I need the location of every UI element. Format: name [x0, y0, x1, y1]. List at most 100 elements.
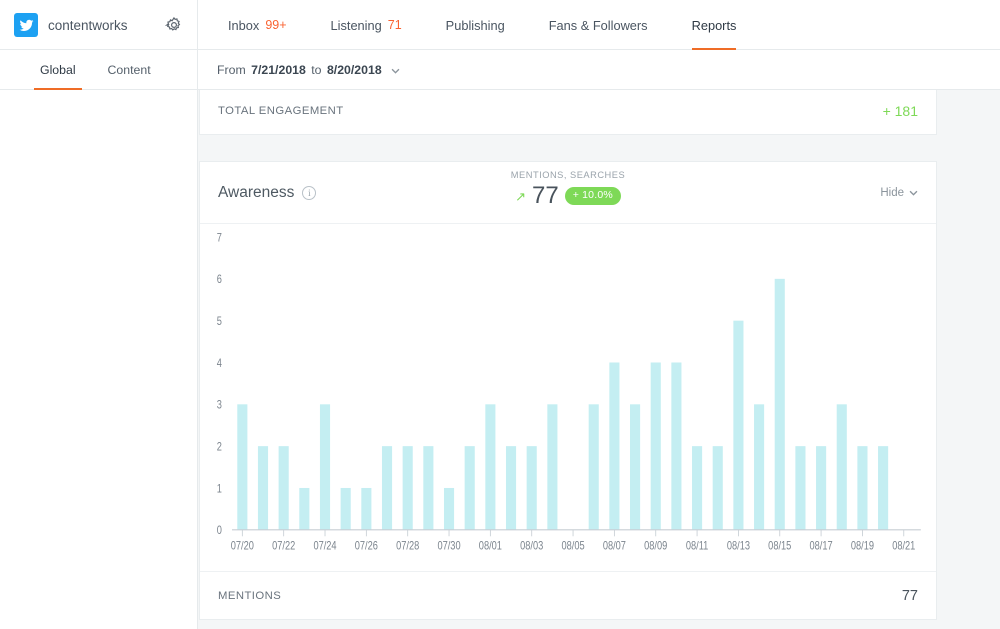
nav-label-reports: Reports — [691, 17, 737, 33]
awareness-chart: 0 1 2 3 4 5 6 7 07/20 07/22 07/24 07/26 07/28 07/30 08… — [200, 224, 936, 571]
y-axis-tick-label: 3 — [217, 399, 222, 412]
y-axis-tick-label: 2 — [217, 440, 222, 453]
x-axis-tick-label: 07/22 — [272, 539, 295, 552]
x-axis-tick-label: 08/09 — [644, 539, 667, 552]
nav-item-reports[interactable]: Reports — [670, 0, 759, 50]
y-axis-tick-label: 5 — [217, 315, 222, 328]
brand-block: contentworks — [0, 0, 198, 50]
bar[interactable] — [588, 404, 599, 530]
bar[interactable] — [402, 446, 413, 530]
bar[interactable] — [381, 446, 393, 530]
page-body: TOTAL ENGAGEMENT + 181 Awareness i MENTI… — [0, 90, 1000, 629]
bar[interactable] — [692, 446, 703, 530]
chevron-down-icon — [391, 63, 400, 77]
tab-global[interactable]: Global — [24, 50, 92, 90]
brand-account-name: contentworks — [48, 17, 128, 33]
twitter-bird-icon — [14, 13, 38, 37]
nav-label-inbox: Inbox — [228, 17, 260, 33]
tab-content[interactable]: Content — [92, 50, 167, 90]
reports-content-area: TOTAL ENGAGEMENT + 181 Awareness i MENTI… — [198, 90, 1000, 629]
mentions-value: 77 — [901, 587, 918, 604]
y-axis-tick-label: 6 — [217, 273, 222, 286]
bar[interactable] — [505, 446, 517, 530]
nav-badge-listening: 71 — [387, 18, 402, 32]
nav-item-publishing[interactable]: Publishing — [424, 0, 527, 50]
bar[interactable] — [609, 362, 620, 530]
nav-item-inbox[interactable]: Inbox 99+ — [206, 0, 309, 50]
bar[interactable] — [423, 446, 434, 530]
x-axis-tick-label: 08/21 — [892, 539, 915, 552]
y-axis-tick-label: 1 — [217, 482, 222, 495]
y-axis-tick-label: 4 — [217, 357, 222, 370]
report-scope-tabs: Global Content — [0, 50, 198, 90]
x-axis-tick-label: 08/13 — [727, 539, 750, 552]
bar[interactable] — [774, 278, 785, 530]
bar[interactable] — [836, 404, 847, 530]
bar[interactable] — [361, 487, 372, 530]
chevron-down-icon — [909, 190, 918, 196]
x-axis-tick-label: 08/01 — [479, 539, 502, 552]
x-axis-tick-label: 07/26 — [355, 539, 378, 552]
tab-content-label: Content — [107, 63, 151, 77]
bar[interactable] — [340, 487, 351, 530]
nav-label-publishing: Publishing — [445, 17, 505, 33]
nav-label-listening: Listening — [330, 17, 382, 33]
bar[interactable] — [816, 446, 827, 530]
awareness-card-footer: MENTIONS 77 — [200, 571, 936, 619]
bar[interactable] — [547, 404, 558, 530]
arrow-up-right-icon: ↗ — [515, 188, 526, 204]
bar[interactable] — [857, 446, 868, 530]
y-axis-tick-label: 0 — [217, 524, 222, 537]
total-engagement-card: TOTAL ENGAGEMENT + 181 — [199, 90, 937, 135]
date-range-picker[interactable]: From 7/21/2018 to 8/20/2018 — [198, 50, 1000, 89]
x-axis-tick-label: 08/11 — [686, 539, 709, 552]
bar[interactable] — [526, 446, 537, 530]
nav-item-listening[interactable]: Listening 71 — [309, 0, 424, 50]
bar[interactable] — [650, 362, 661, 530]
bar[interactable] — [754, 404, 765, 530]
bar[interactable] — [671, 362, 682, 530]
bar[interactable] — [485, 404, 496, 530]
bar[interactable] — [878, 446, 889, 530]
nav-item-fans-followers[interactable]: Fans & Followers — [527, 0, 670, 50]
bar[interactable] — [278, 446, 289, 530]
hide-button-label: Hide — [880, 186, 904, 199]
main-nav: Inbox 99+ Listening 71 Publishing Fans &… — [198, 0, 1000, 50]
bar[interactable] — [733, 320, 744, 530]
x-axis-tick-label: 08/03 — [520, 539, 543, 552]
nav-badge-inbox: 99+ — [265, 18, 287, 32]
bar[interactable] — [795, 446, 806, 530]
bar[interactable] — [299, 487, 310, 530]
tab-global-label: Global — [40, 63, 76, 77]
bar[interactable] — [712, 446, 723, 530]
mentions-label: MENTIONS — [218, 589, 282, 602]
date-range-prefix: From — [217, 62, 246, 77]
x-axis-tick-label: 08/05 — [561, 539, 584, 552]
metric-value: 77 — [531, 182, 559, 209]
hide-button[interactable]: Hide — [880, 187, 918, 199]
left-sidebar — [0, 90, 198, 629]
metric-row: ↗ 77 + 10.0% — [515, 184, 621, 208]
awareness-bar-chart-svg: 0 1 2 3 4 5 6 7 07/20 07/22 07/24 07/26 07/28 07/30 08… — [217, 231, 921, 553]
bar[interactable] — [443, 487, 455, 530]
date-range-middle: to — [311, 62, 322, 77]
sub-navigation-bar: Global Content From 7/21/2018 to 8/20/20… — [0, 50, 1000, 90]
bar[interactable] — [464, 446, 475, 530]
info-icon-glyph: i — [308, 187, 311, 198]
awareness-card-header: Awareness i MENTIONS, SEARCHES ↗ 77 + 10… — [200, 162, 936, 224]
metric-delta-badge: + 10.0% — [564, 187, 621, 205]
top-navigation-bar: contentworks Inbox 99+ Listening 71 Publ… — [0, 0, 1000, 50]
bar[interactable] — [257, 446, 269, 530]
x-axis-tick-label: 08/07 — [603, 539, 626, 552]
x-axis-tick-label: 08/19 — [851, 539, 874, 552]
awareness-card: Awareness i MENTIONS, SEARCHES ↗ 77 + 10… — [199, 161, 937, 620]
date-range-start: 7/21/2018 — [251, 62, 306, 77]
metric-caption: MENTIONS, SEARCHES — [510, 170, 626, 180]
x-axis-tick-label: 07/20 — [231, 539, 254, 552]
gear-icon[interactable] — [164, 16, 183, 34]
total-engagement-value: + 181 — [882, 103, 918, 119]
bar[interactable] — [630, 404, 641, 530]
info-icon[interactable]: i — [302, 185, 317, 200]
bar[interactable] — [319, 404, 331, 530]
bar[interactable] — [237, 404, 248, 530]
